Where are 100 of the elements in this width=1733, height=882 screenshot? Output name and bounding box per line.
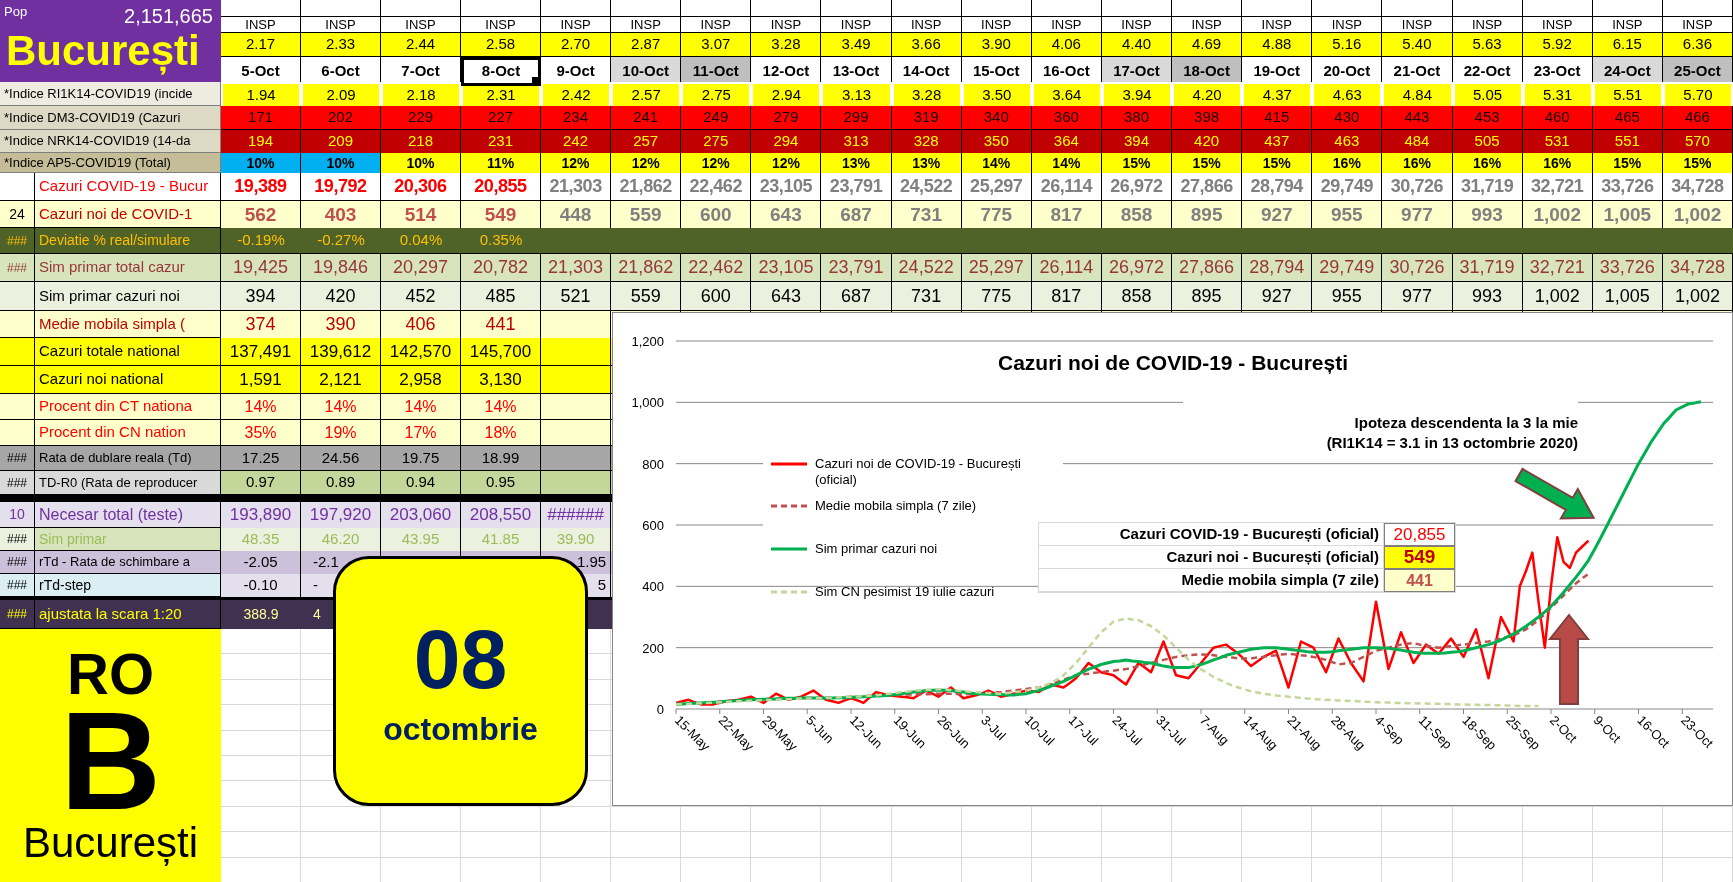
table-cell: 687: [821, 201, 892, 231]
table-cell: 437: [1242, 130, 1313, 154]
table-cell: 3,130: [461, 366, 541, 394]
table-cell: 1,591: [221, 366, 301, 394]
table-cell: [541, 0, 612, 17]
table-cell: INSP: [541, 17, 612, 33]
table-cell: INSP: [1382, 17, 1453, 33]
table-cell: 208,550: [461, 502, 541, 529]
table-cell: 14%: [221, 394, 301, 420]
table-cell: 34,728: [1662, 254, 1733, 282]
table-cell: 3.64: [1031, 82, 1102, 109]
table-cell: [541, 446, 612, 471]
table-cell: [1172, 832, 1243, 858]
table-cell: 2.42: [541, 82, 612, 109]
table-cell: 17%: [381, 420, 461, 446]
day-number: 08: [413, 617, 508, 701]
row-label: TD-R0 (Rata de reproducer: [35, 471, 221, 495]
row-label: *Indice NRK14-COVID19 (14-da: [0, 130, 221, 153]
table-cell: INSP: [891, 17, 962, 33]
table-cell: 0.89: [301, 471, 381, 495]
table-cell: 403: [301, 201, 381, 231]
table-cell: 364: [1031, 130, 1102, 154]
table-cell: 559: [611, 201, 682, 231]
table-cell: 895: [1172, 201, 1243, 231]
table-cell: 24,522: [891, 173, 962, 201]
table-cell: [1312, 0, 1383, 17]
table-cell: 441: [461, 311, 541, 339]
table-cell: 3.07: [681, 33, 752, 57]
table-cell: ######: [541, 502, 612, 529]
table-cell: [1592, 832, 1663, 858]
table-cell: 443: [1382, 106, 1453, 130]
axis-label: 1,200: [631, 334, 664, 349]
table-cell: 313: [821, 130, 892, 154]
table-cell: [1522, 832, 1593, 858]
table-cell: 299: [821, 106, 892, 130]
table-cell: 2.75: [681, 82, 752, 109]
table-cell: 229: [381, 106, 461, 130]
table-cell: 0.94: [381, 471, 461, 495]
table-cell: 398: [1172, 106, 1243, 130]
row-label: *Indice AP5-COVID19 (Total): [0, 153, 221, 173]
table-cell: 319: [891, 106, 962, 130]
table-cell: -0.10: [221, 574, 301, 598]
table-cell: 388.9: [221, 600, 301, 629]
table-cell: 0.35%: [461, 228, 541, 254]
table-cell: 394: [1101, 130, 1173, 154]
row-label: Cazuri totale national: [35, 338, 221, 366]
axis-label: 400: [642, 579, 664, 595]
table-cell: 19%: [301, 420, 381, 446]
row-label: rTd-step: [35, 574, 221, 597]
table-cell: 21,862: [611, 254, 682, 282]
table-cell: [0, 338, 35, 366]
row-label: *Indice DM3-COVID19 (Cazuri: [0, 106, 221, 130]
table-cell: 26,972: [1101, 254, 1173, 282]
table-cell: 142,570: [381, 338, 461, 366]
column-header[interactable]: 8-Oct: [461, 57, 541, 86]
table-cell: 31,719: [1452, 254, 1523, 282]
table-cell: [611, 0, 682, 17]
table-cell: [681, 0, 752, 17]
table-cell: 19,425: [221, 254, 301, 282]
table-cell: 20,855: [461, 173, 541, 201]
table-cell: INSP: [381, 17, 461, 33]
table-cell: [541, 394, 612, 420]
annotation-text: Ipoteza descendenta la 3 la mie: [1354, 413, 1578, 433]
table-cell: 41.85: [461, 528, 541, 552]
table-cell: 993: [1452, 201, 1523, 231]
table-cell: 2.94: [751, 82, 822, 109]
table-cell: [0, 420, 35, 446]
table-cell: 4.84: [1382, 82, 1453, 109]
table-cell: 46.20: [301, 528, 381, 552]
table-cell: 27,866: [1172, 173, 1243, 201]
row-label: rTd - Rata de schimbare a: [35, 551, 221, 574]
table-cell: 1,002: [1662, 201, 1733, 231]
region-letter: B: [59, 703, 162, 819]
row-label: Procent din CN nation: [35, 420, 221, 446]
table-cell: 328: [891, 130, 962, 154]
table-cell: 463: [1312, 130, 1383, 154]
table-cell: 32,721: [1522, 254, 1593, 282]
table-cell: 3.28: [891, 82, 962, 109]
table-cell: 33,726: [1592, 173, 1663, 201]
table-cell: 31,719: [1452, 173, 1523, 201]
row-label: Sim primar: [35, 528, 221, 551]
table-cell: INSP: [1101, 17, 1173, 33]
table-cell: 14%: [381, 394, 461, 420]
table-cell: 2.18: [381, 82, 461, 109]
table-cell: 394: [221, 282, 301, 311]
table-cell: 34,728: [1662, 173, 1733, 201]
table-cell: [541, 420, 612, 446]
table-cell: 731: [891, 282, 962, 311]
table-cell: INSP: [611, 17, 682, 33]
table-cell: 35%: [221, 420, 301, 446]
table-cell: [1101, 832, 1173, 858]
table-cell: 643: [751, 282, 822, 311]
row-label: Cazuri noi national: [35, 366, 221, 394]
table-cell: 30,726: [1382, 173, 1453, 201]
table-cell: 19.75: [381, 446, 461, 471]
table-cell: [1312, 832, 1383, 858]
table-cell: 817: [1031, 282, 1102, 311]
table-cell: 28,794: [1242, 173, 1313, 201]
table-cell: 1,002: [1522, 201, 1593, 231]
table-cell: 6.36: [1662, 33, 1733, 57]
